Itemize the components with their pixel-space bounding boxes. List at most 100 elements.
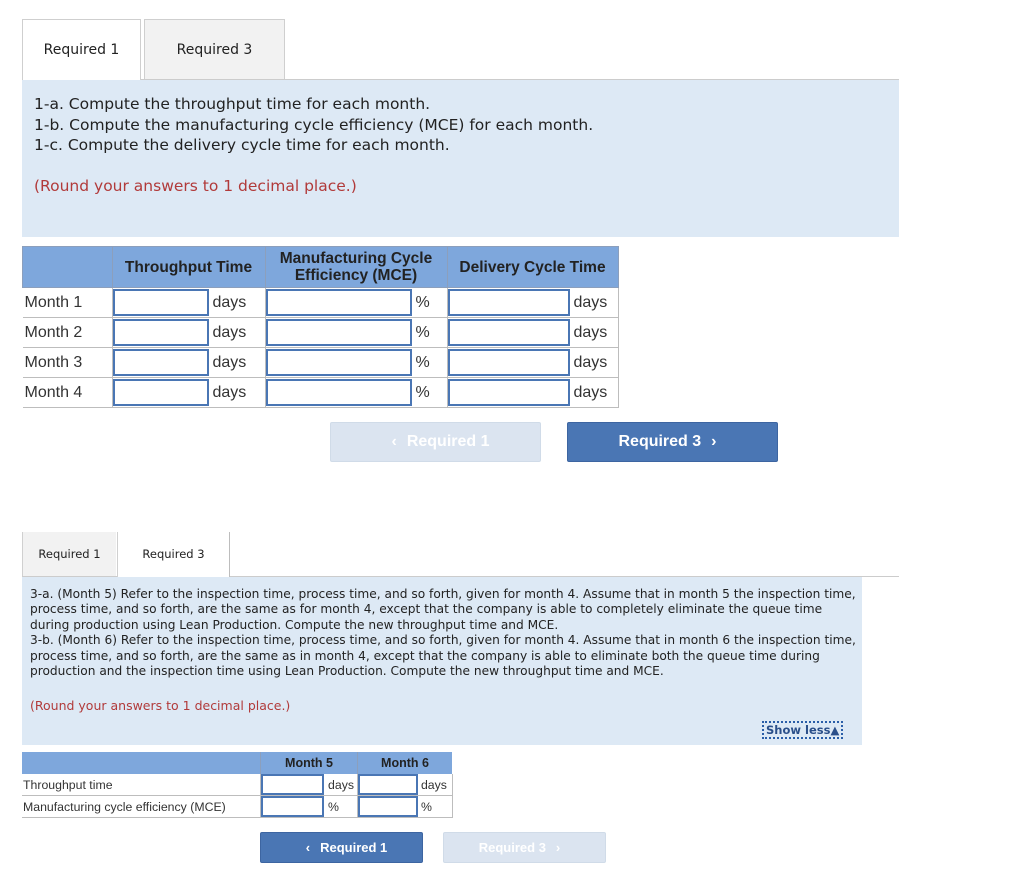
row-label: Throughput time: [22, 774, 261, 796]
delivery-cell: [446, 347, 570, 378]
mce-input[interactable]: [265, 379, 412, 406]
mce-cell: [264, 347, 412, 378]
part1-questions: 1-a. Compute the throughput time for eac…: [34, 94, 593, 156]
throughput-unit: days: [208, 377, 266, 408]
chevron-left-icon: ‹: [305, 840, 311, 855]
question-1c: 1-c. Compute the delivery cycle time for…: [34, 136, 450, 154]
tab-required-3[interactable]: Required 3: [117, 532, 230, 577]
row-label: Month 4: [22, 377, 112, 408]
table-row: Throughput time days days: [22, 774, 453, 796]
question-3a: 3-a. (Month 5) Refer to the inspection t…: [30, 587, 856, 632]
part1-answer-table: Throughput Time Manufacturing Cycle Effi…: [22, 246, 619, 408]
throughput-unit: days: [208, 317, 266, 348]
part1-instructions-panel: 1-a. Compute the throughput time for eac…: [22, 80, 899, 237]
month6-cell: [356, 795, 419, 818]
mce-cell: [264, 377, 412, 408]
next-required-3-button[interactable]: Required 3 ›: [443, 832, 606, 863]
month5-input[interactable]: [261, 774, 324, 795]
throughput-input[interactable]: [112, 349, 209, 376]
chevron-right-icon: ›: [711, 433, 717, 450]
delivery-input[interactable]: [447, 349, 570, 376]
prev-required-1-button[interactable]: ‹ Required 1: [330, 422, 541, 462]
mce-unit: %: [411, 347, 448, 378]
delivery-unit: days: [569, 377, 619, 408]
next-button-label: Required 3: [478, 840, 546, 855]
throughput-input[interactable]: [112, 319, 209, 346]
throughput-cell: [111, 377, 209, 408]
month6-unit: %: [418, 795, 453, 818]
row-label: Month 2: [22, 317, 112, 348]
delivery-unit: days: [569, 287, 619, 318]
month5-cell: [260, 774, 327, 796]
header-blank: [22, 246, 113, 288]
question-3b: 3-b. (Month 6) Refer to the inspection t…: [30, 633, 856, 679]
tab-required-1[interactable]: Required 1: [22, 532, 116, 576]
mce-unit: %: [411, 317, 448, 348]
prev-button-label: Required 1: [406, 433, 490, 450]
month5-unit: %: [326, 795, 359, 818]
next-required-3-button[interactable]: Required 3 ›: [567, 422, 778, 462]
part3-answer-table: Month 5 Month 6 Throughput time days days M…: [22, 752, 453, 818]
chevron-right-icon: ›: [555, 840, 561, 855]
throughput-unit: days: [208, 347, 266, 378]
table-row: Manufacturing cycle efficiency (MCE)%%: [22, 795, 453, 818]
tab-required-3[interactable]: Required 3: [144, 19, 285, 79]
delivery-input[interactable]: [447, 379, 570, 406]
delivery-input[interactable]: [447, 289, 570, 316]
header-mce: Manufacturing Cycle Efficiency (MCE): [264, 246, 448, 288]
table-row: Month 1 days% days: [22, 287, 619, 318]
delivery-unit: days: [569, 347, 619, 378]
month5-unit: days: [326, 774, 359, 796]
mce-cell: [264, 287, 412, 318]
throughput-cell: [111, 287, 209, 318]
question-1b: 1-b. Compute the manufacturing cycle eff…: [34, 115, 594, 134]
tab-required-1[interactable]: Required 1: [22, 19, 141, 80]
triangle-up-icon: ▲: [830, 723, 840, 737]
table-row: Month 3 days% days: [22, 347, 619, 378]
show-less-label: Show less: [766, 723, 831, 737]
mce-unit: %: [411, 287, 448, 318]
header-blank: [22, 752, 261, 774]
delivery-cell: [446, 317, 570, 348]
throughput-input[interactable]: [112, 289, 209, 316]
show-less-button[interactable]: Show less▲: [762, 721, 844, 739]
header-delivery-cycle-time: Delivery Cycle Time: [446, 246, 619, 288]
mce-input[interactable]: [265, 319, 412, 346]
header-month-6: Month 6: [357, 752, 452, 774]
header-throughput-time: Throughput Time: [111, 246, 266, 288]
throughput-cell: [111, 347, 209, 378]
next-button-label: Required 3: [618, 433, 702, 450]
month6-input[interactable]: [358, 796, 418, 817]
month5-cell: [260, 795, 327, 818]
month5-input[interactable]: [261, 796, 324, 817]
table-row: Month 2 days% days: [22, 317, 619, 348]
rounding-note: (Round your answers to 1 decimal place.): [34, 177, 357, 195]
part3-instructions-panel: 3-a. (Month 5) Refer to the inspection t…: [22, 577, 862, 745]
month6-cell: [356, 774, 419, 796]
question-1a: 1-a. Compute the throughput time for eac…: [34, 95, 431, 113]
table-header-row: Month 5 Month 6: [22, 752, 452, 774]
row-label: Manufacturing cycle efficiency (MCE): [22, 795, 261, 818]
table-row: Month 4 days% days: [22, 377, 619, 408]
month6-input[interactable]: [358, 774, 418, 795]
throughput-cell: [111, 317, 209, 348]
delivery-cell: [446, 287, 570, 318]
throughput-input[interactable]: [112, 379, 209, 406]
mce-input[interactable]: [265, 349, 412, 376]
mce-cell: [264, 317, 412, 348]
month6-unit: days: [418, 774, 453, 796]
part3-questions: 3-a. (Month 5) Refer to the inspection t…: [30, 587, 860, 679]
delivery-input[interactable]: [447, 319, 570, 346]
header-mce-line2: Efficiency (MCE): [294, 267, 418, 284]
header-month-5: Month 5: [260, 752, 358, 774]
prev-required-1-button[interactable]: ‹ Required 1: [260, 832, 423, 863]
delivery-cell: [446, 377, 570, 408]
prev-button-label: Required 1: [320, 840, 388, 855]
mce-input[interactable]: [265, 289, 412, 316]
table-header-row: Throughput Time Manufacturing Cycle Effi…: [22, 246, 619, 288]
chevron-left-icon: ‹: [391, 433, 397, 450]
row-label: Month 1: [22, 287, 112, 318]
row-label: Month 3: [22, 347, 112, 378]
mce-unit: %: [411, 377, 448, 408]
delivery-unit: days: [569, 317, 619, 348]
